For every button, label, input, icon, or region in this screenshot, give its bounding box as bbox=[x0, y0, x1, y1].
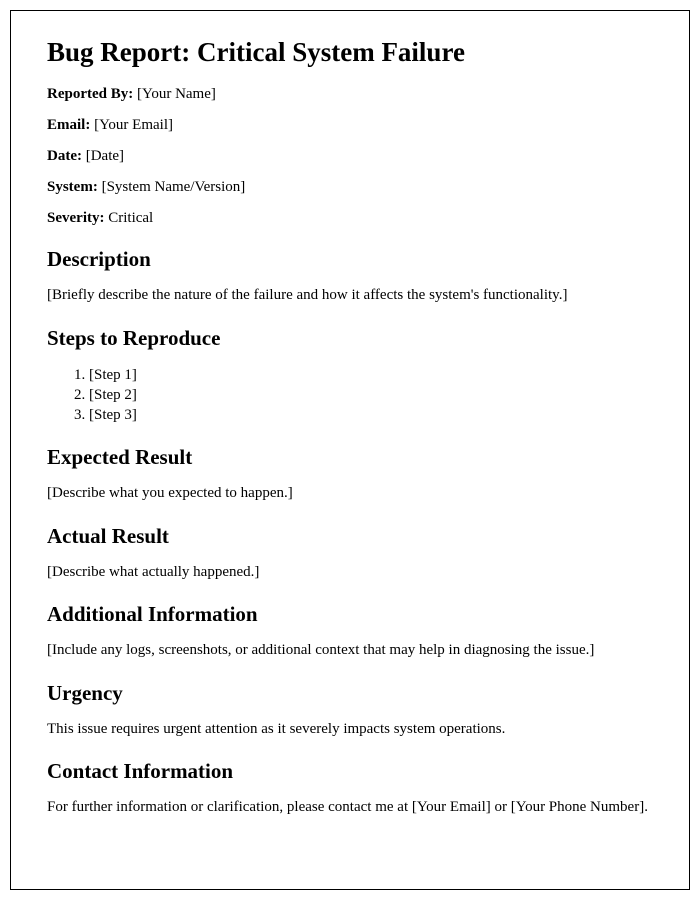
meta-value: [Your Email] bbox=[94, 117, 173, 133]
meta-system: System: [System Name/Version] bbox=[47, 179, 653, 196]
section-heading-actual: Actual Result bbox=[47, 524, 653, 549]
section-body-actual: [Describe what actually happened.] bbox=[47, 563, 653, 583]
list-item: [Step 1] bbox=[89, 365, 653, 385]
section-body-additional: [Include any logs, screenshots, or addit… bbox=[47, 641, 653, 661]
section-heading-additional: Additional Information bbox=[47, 602, 653, 627]
meta-value: [Your Name] bbox=[137, 86, 216, 102]
meta-label: Reported By: bbox=[47, 86, 133, 102]
section-heading-expected: Expected Result bbox=[47, 445, 653, 470]
list-item: [Step 2] bbox=[89, 385, 653, 405]
section-body-description: [Briefly describe the nature of the fail… bbox=[47, 286, 653, 306]
meta-value: Critical bbox=[108, 210, 153, 226]
list-item: [Step 3] bbox=[89, 405, 653, 425]
meta-value: [Date] bbox=[86, 148, 124, 164]
meta-date: Date: [Date] bbox=[47, 148, 653, 165]
steps-list: [Step 1] [Step 2] [Step 3] bbox=[89, 365, 653, 426]
section-heading-urgency: Urgency bbox=[47, 681, 653, 706]
meta-label: Severity: bbox=[47, 210, 104, 226]
section-heading-description: Description bbox=[47, 247, 653, 272]
meta-label: Date: bbox=[47, 148, 82, 164]
meta-value: [System Name/Version] bbox=[102, 179, 246, 195]
meta-label: Email: bbox=[47, 117, 90, 133]
meta-severity: Severity: Critical bbox=[47, 210, 653, 227]
page-title: Bug Report: Critical System Failure bbox=[47, 37, 653, 68]
meta-label: System: bbox=[47, 179, 98, 195]
section-heading-steps: Steps to Reproduce bbox=[47, 326, 653, 351]
section-heading-contact: Contact Information bbox=[47, 759, 653, 784]
section-body-expected: [Describe what you expected to happen.] bbox=[47, 484, 653, 504]
document-page: Bug Report: Critical System Failure Repo… bbox=[10, 10, 690, 890]
meta-reported-by: Reported By: [Your Name] bbox=[47, 86, 653, 103]
meta-email: Email: [Your Email] bbox=[47, 117, 653, 134]
section-body-urgency: This issue requires urgent attention as … bbox=[47, 720, 653, 740]
section-body-contact: For further information or clarification… bbox=[47, 798, 653, 818]
